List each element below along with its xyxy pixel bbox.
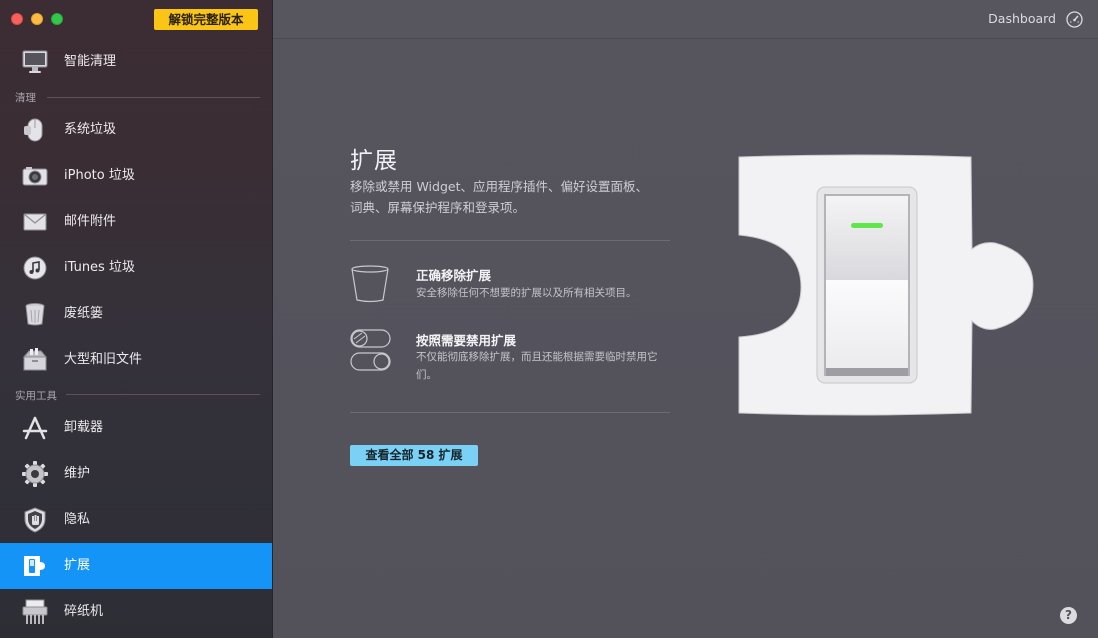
top-bar: Dashboard — [273, 0, 1098, 39]
feature-desc-remove: 安全移除任何不想要的扩展以及所有相关项目。 — [416, 287, 637, 299]
main-panel: 扩展 移除或禁用 Widget、应用程序插件、偏好设置面板、词典、屏幕保护程序和… — [273, 39, 1098, 638]
extension-icon — [21, 552, 49, 580]
sidebar-item-trash[interactable]: 废纸篓 — [0, 291, 273, 337]
sidebar-item-label: 废纸篓 — [64, 306, 104, 321]
gear-icon — [21, 460, 49, 488]
section-header-cleanup: 清理 — [15, 92, 36, 104]
box-icon — [21, 346, 49, 374]
sidebar: 解锁完整版本 智能清理 清理 系统垃圾 iPhoto 垃圾 邮件附件 iTune… — [0, 0, 273, 638]
sidebar-item-label: 系统垃圾 — [64, 122, 117, 137]
mail-icon — [21, 208, 49, 236]
gauge-icon[interactable] — [1066, 11, 1083, 28]
zoom-window-button[interactable] — [51, 13, 63, 25]
sidebar-item-label: 维护 — [64, 466, 91, 481]
divider — [350, 412, 670, 413]
dashboard-link[interactable]: Dashboard — [988, 11, 1056, 26]
appstore-icon — [21, 414, 49, 442]
sidebar-item-iphoto-junk[interactable]: iPhoto 垃圾 — [0, 153, 273, 199]
camera-icon — [21, 162, 49, 190]
monitor-icon — [21, 48, 49, 76]
view-all-extensions-button[interactable]: 查看全部 58 扩展 — [350, 445, 478, 466]
trash-icon — [21, 300, 49, 328]
shield-hand-icon — [21, 506, 49, 534]
sidebar-item-shredder[interactable]: 碎纸机 — [0, 589, 273, 635]
sidebar-item-itunes-junk[interactable]: iTunes 垃圾 — [0, 245, 273, 291]
sidebar-item-maintenance[interactable]: 维护 — [0, 451, 273, 497]
section-divider — [66, 394, 260, 395]
close-window-button[interactable] — [11, 13, 23, 25]
sidebar-item-label: 扩展 — [64, 558, 91, 573]
help-button[interactable]: ? — [1060, 607, 1077, 624]
switch-indicator-light — [851, 223, 883, 228]
page-description: 移除或禁用 Widget、应用程序插件、偏好设置面板、词典、屏幕保护程序和登录项… — [350, 179, 648, 215]
unlock-full-version-button[interactable]: 解锁完整版本 — [154, 9, 258, 30]
sidebar-item-smart-cleanup[interactable]: 智能清理 — [0, 39, 273, 85]
sidebar-item-extensions[interactable]: 扩展 — [0, 543, 273, 589]
mouse-icon — [21, 116, 49, 144]
sidebar-item-label: 隐私 — [64, 512, 91, 527]
sidebar-item-label: 碎纸机 — [64, 604, 104, 619]
feature-title-remove: 正确移除扩展 — [416, 268, 492, 283]
divider — [350, 240, 670, 241]
sidebar-item-label: 智能清理 — [64, 54, 117, 69]
toggles-icon — [350, 329, 391, 371]
extension-puzzle-illustration — [738, 154, 1034, 416]
sidebar-item-mail-attachments[interactable]: 邮件附件 — [0, 199, 273, 245]
sidebar-item-label: 大型和旧文件 — [64, 352, 143, 367]
section-header-utilities: 实用工具 — [15, 390, 57, 402]
minimize-window-button[interactable] — [31, 13, 43, 25]
music-icon — [21, 254, 49, 282]
sidebar-item-label: 邮件附件 — [64, 214, 117, 229]
section-divider — [47, 97, 260, 98]
bin-outline-icon — [350, 264, 390, 304]
sidebar-item-large-old-files[interactable]: 大型和旧文件 — [0, 337, 273, 383]
sidebar-item-label: 卸载器 — [64, 420, 104, 435]
sidebar-item-privacy[interactable]: 隐私 — [0, 497, 273, 543]
feature-title-disable: 按照需要禁用扩展 — [416, 333, 517, 348]
sidebar-item-system-junk[interactable]: 系统垃圾 — [0, 107, 273, 153]
shredder-icon — [21, 598, 49, 626]
app-window: 解锁完整版本 智能清理 清理 系统垃圾 iPhoto 垃圾 邮件附件 iTune… — [0, 0, 1098, 638]
page-title: 扩展 — [350, 148, 398, 174]
sidebar-item-label: iPhoto 垃圾 — [64, 168, 135, 183]
sidebar-item-label: iTunes 垃圾 — [64, 260, 135, 275]
sidebar-item-uninstaller[interactable]: 卸载器 — [0, 405, 273, 451]
feature-desc-disable: 不仅能彻底移除扩展，而且还能根据需要临时禁用它们。 — [416, 351, 658, 381]
